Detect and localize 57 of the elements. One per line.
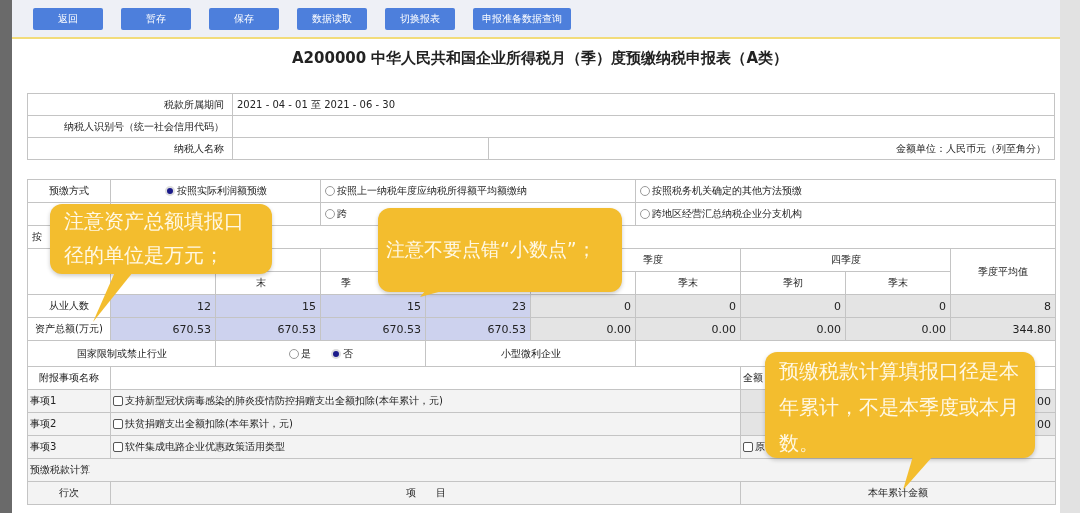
row-label: 资产总额(万元) [27,317,111,341]
toolbar-button[interactable]: 保存 [209,7,279,30]
column-header: 季末 [678,277,698,288]
column-header: 季末 [888,277,908,288]
radio-button[interactable] [640,209,650,219]
unit-note: 金额单位：人民币元（列至角分） [488,137,1055,160]
column-header: 行次 [27,481,111,505]
option-label: 支持新型冠状病毒感染的肺炎疫情防控捐赠支出全额扣除(本年累计，元) [125,394,443,408]
callout-bubble: 预缴税款计算填报口径是本年累计，不是本季度或本月数。 [765,352,1035,458]
callout-bubble: 注意不要点错“小数点”； [378,208,622,292]
scrollbar[interactable] [1060,0,1080,513]
toolbar-button[interactable]: 申报准备数据查询 [473,7,571,30]
checkbox[interactable] [113,442,123,452]
checkbox[interactable] [113,396,123,406]
toolbar-button[interactable]: 暂存 [121,7,191,30]
column-header: 季度平均值 [978,265,1028,277]
column-header: 四季度 [830,254,861,265]
period-value: 2021 - 04 - 01 至 2021 - 06 - 30 [232,93,1055,116]
row-label: 事项2 [27,412,111,436]
row-label: 小型微利企业 [425,340,636,367]
toolbar-button[interactable]: 返回 [33,7,103,30]
option-label: 跨地区经营汇总纳税企业分支机构 [652,207,802,221]
radio-button[interactable] [325,209,335,219]
row-label: 事项1 [27,389,111,413]
option-label: 是 [300,346,311,361]
form-title: A200000 中华人民共和国企业所得税月（季）度预缴纳税申报表（A类） [290,48,790,69]
row-label: 预缴方式 [27,179,111,203]
row-label: 按 [32,231,42,242]
option-label: 按照上一纳税年度应纳税所得额平均额缴纳 [337,184,527,198]
row-label: 附报事项名称 [27,366,111,390]
field-label: 纳税人名称 [27,137,233,160]
checkbox[interactable] [743,442,753,452]
option-label: 按照实际利润额预缴 [176,184,267,198]
option-label: 否 [342,346,353,361]
checkbox[interactable] [113,419,123,429]
column-header: 项 目 [110,481,741,505]
row-label: 国家限制或禁止行业 [27,340,216,367]
row-label: 事项3 [27,435,111,459]
option-label: 按照税务机关确定的其他方法预缴 [652,184,802,198]
radio-button[interactable] [325,186,335,196]
option-label: 扶贫捐赠支出全额扣除(本年累计，元) [125,417,293,431]
section-title: 预缴税款计算 [30,464,90,475]
column-header: 全额 [743,372,763,383]
radio-button[interactable] [288,348,299,359]
toolbar-button[interactable]: 数据读取 [297,7,367,30]
field-label: 税款所属期间 [27,93,233,116]
field-label: 纳税人识别号（统一社会信用代码） [27,115,233,138]
column-header: 季 [341,277,351,288]
column-header: 季度 [643,254,663,265]
column-header: 末 [256,277,266,288]
option-label: 跨 [337,207,347,221]
toolbar-button[interactable]: 切换报表 [385,7,455,30]
column-header: 本年累计金额 [740,481,1056,505]
option-label: 原 [755,440,765,454]
radio-button[interactable] [640,186,650,196]
option-label: 软件集成电路企业优惠政策适用类型 [125,440,285,454]
column-header: 季初 [783,277,803,288]
